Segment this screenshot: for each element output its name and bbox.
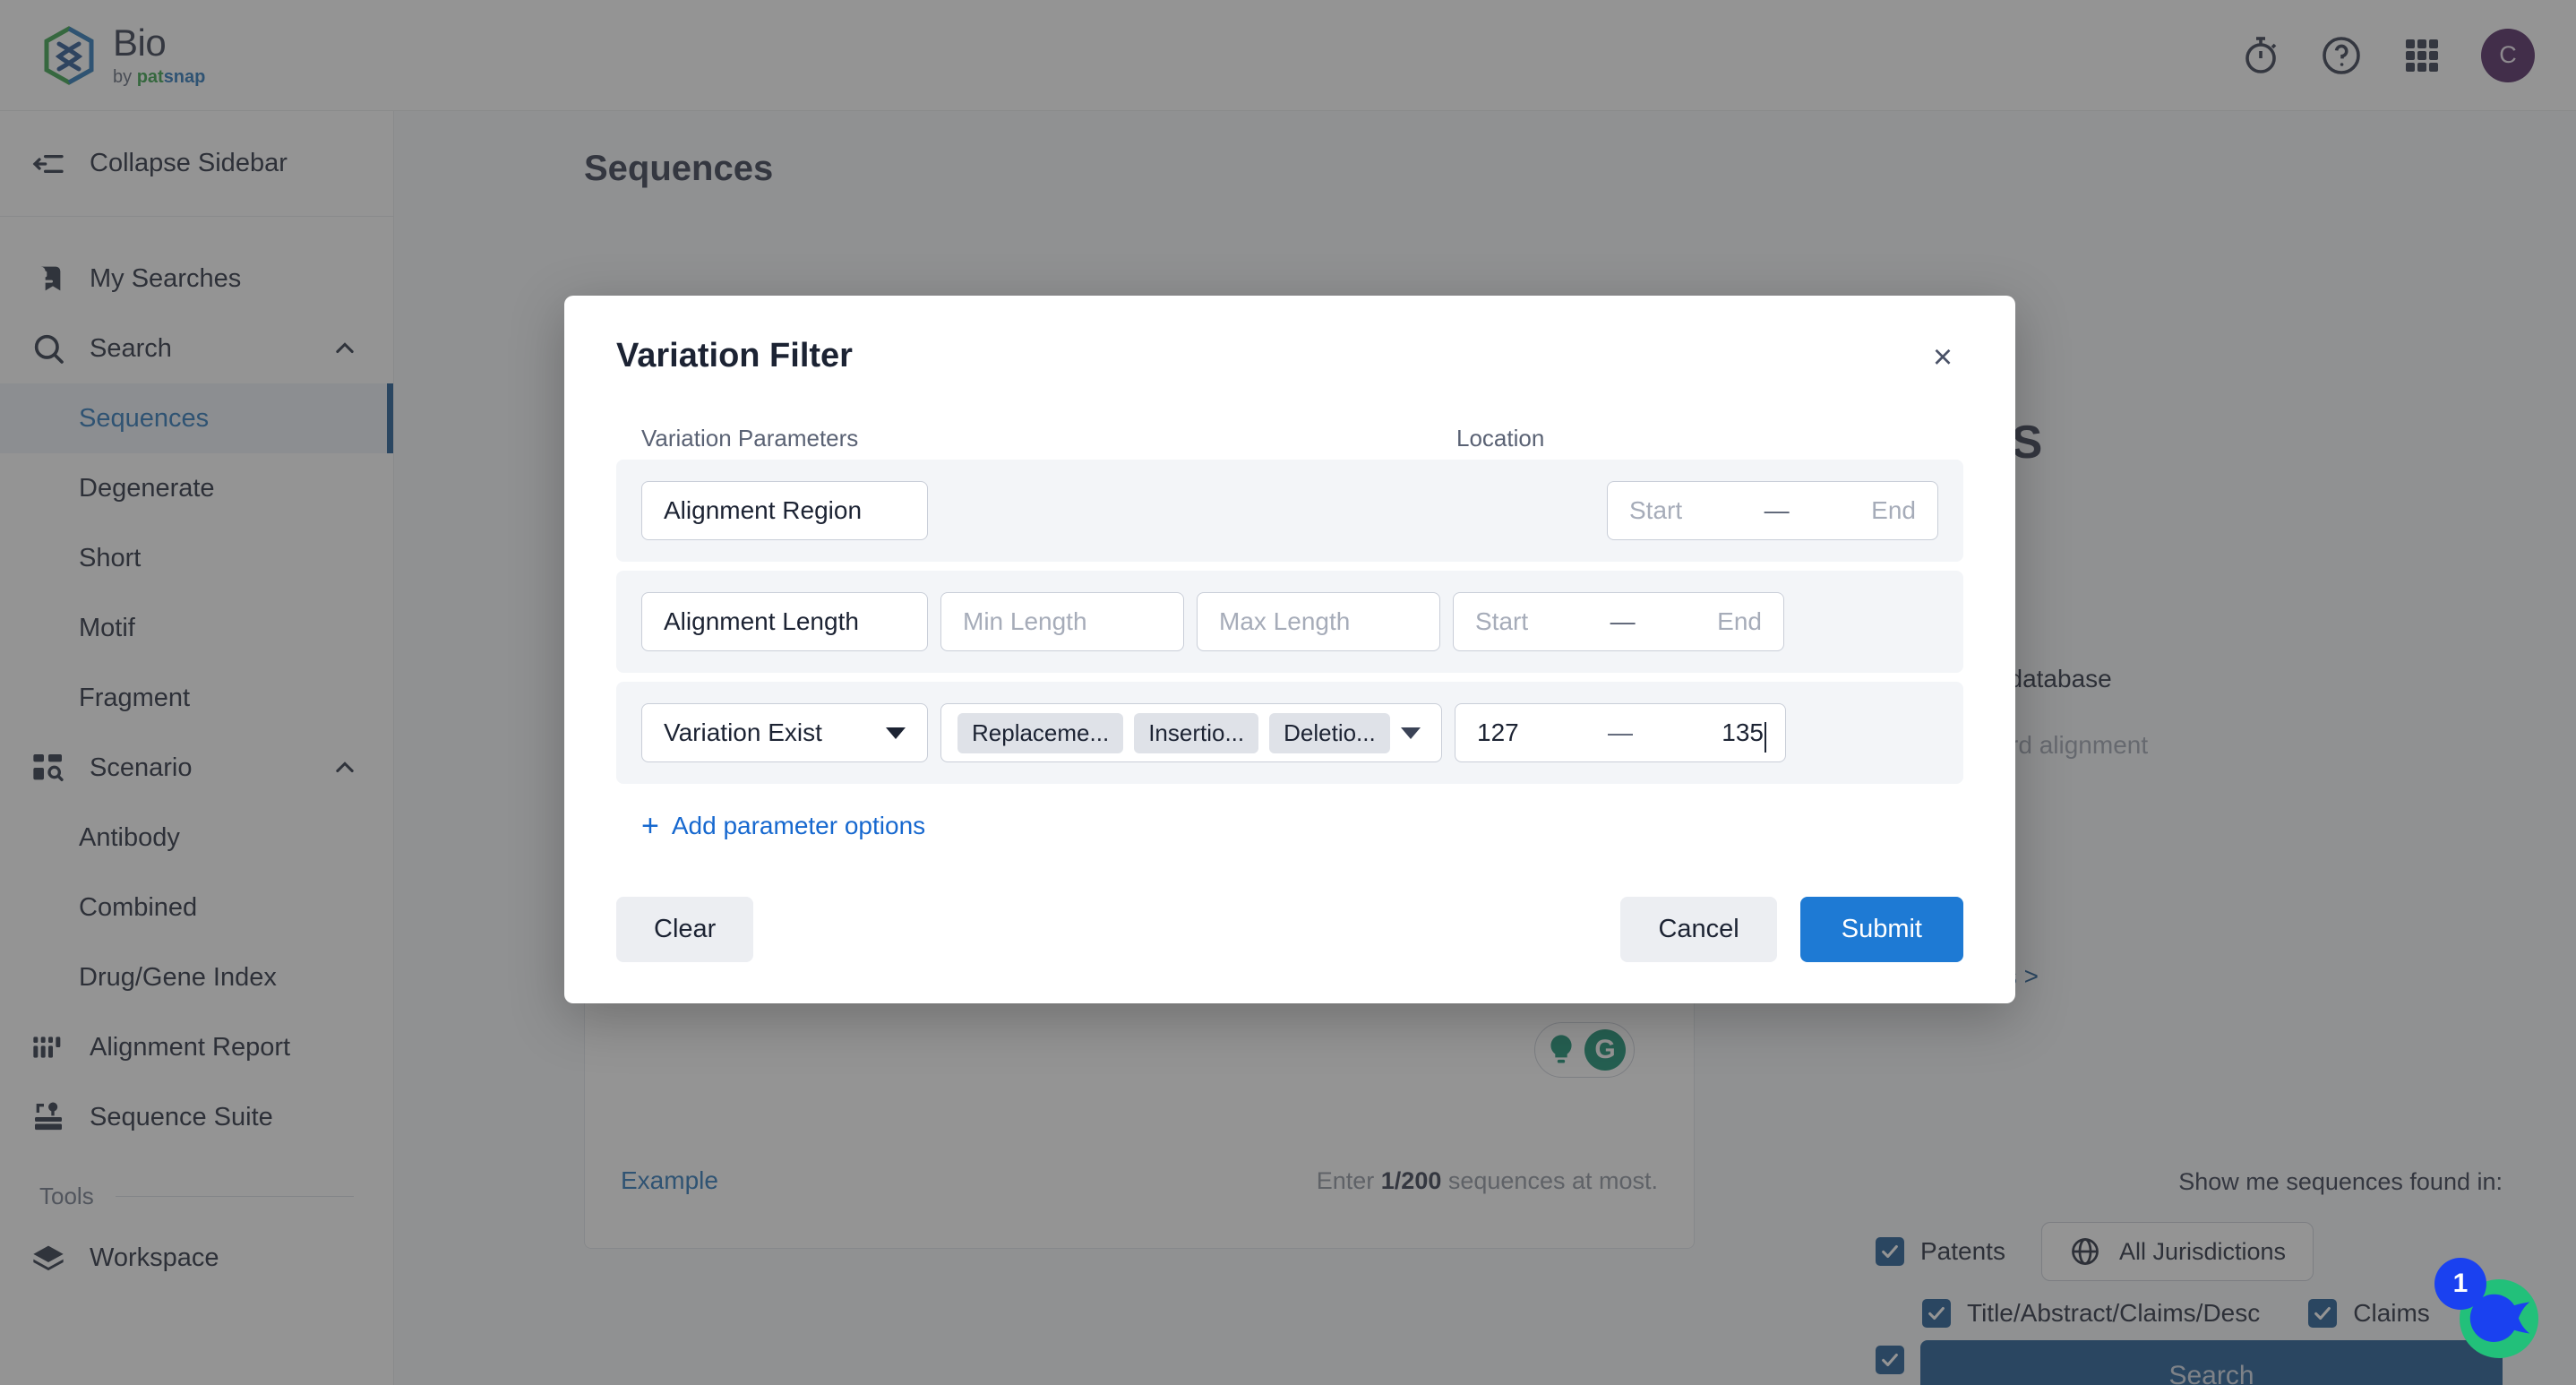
plus-icon: +	[641, 809, 659, 843]
max-length-input[interactable]: Max Length	[1197, 592, 1440, 651]
add-parameter-label: Add parameter options	[671, 812, 926, 839]
location-start-input[interactable]: Start	[1629, 496, 1682, 525]
modal-header: Variation Filter ×	[616, 337, 1963, 378]
clear-button[interactable]: Clear	[616, 897, 754, 962]
range-dash: —	[1764, 496, 1790, 524]
modal-footer: Clear Cancel Submit	[616, 897, 1963, 962]
filter-row-alignment-region: Alignment Region Start — End	[616, 460, 1963, 562]
app-root: Bio by patsnap C	[0, 0, 2576, 1385]
location-start-input[interactable]: Start	[1475, 607, 1528, 636]
cancel-button[interactable]: Cancel	[1620, 897, 1777, 962]
location-range-alignment-length[interactable]: Start — End	[1453, 592, 1784, 651]
variation-types-multiselect[interactable]: Replaceme... Insertio... Deletio...	[940, 703, 1442, 762]
param-label: Alignment Length	[664, 607, 859, 635]
column-header-location: Location	[1456, 425, 1545, 452]
param-select-alignment-length[interactable]: Alignment Length	[641, 592, 928, 651]
help-badge-count: 1	[2434, 1258, 2486, 1310]
modal-title: Variation Filter	[616, 337, 853, 374]
location-end-input[interactable]: 135	[1722, 718, 1766, 753]
filter-row-variation-exist: Variation Exist Replaceme... Insertio...…	[616, 682, 1963, 784]
location-start-input[interactable]: 127	[1477, 718, 1519, 747]
range-dash: —	[1610, 607, 1636, 635]
location-end-input[interactable]: End	[1717, 607, 1762, 636]
help-chat-fab[interactable]: 1	[2434, 1258, 2544, 1363]
filter-row-alignment-length: Alignment Length Min Length Max Length S…	[616, 571, 1963, 673]
close-icon[interactable]: ×	[1922, 337, 1963, 378]
location-range-alignment-region[interactable]: Start — End	[1607, 481, 1938, 540]
chevron-down-icon	[1400, 727, 1421, 739]
add-parameter-options-button[interactable]: + Add parameter options	[616, 811, 1963, 841]
param-label: Variation Exist	[664, 718, 822, 746]
param-select-variation-exist[interactable]: Variation Exist	[641, 703, 928, 762]
variation-filter-modal: Variation Filter × Variation Parameters …	[564, 296, 2015, 1003]
submit-button[interactable]: Submit	[1799, 897, 1963, 962]
param-label: Alignment Region	[664, 496, 863, 524]
location-range-variation-exist[interactable]: 127 — 135	[1455, 703, 1786, 762]
min-length-input[interactable]: Min Length	[940, 592, 1184, 651]
tag-chip[interactable]: Insertio...	[1134, 712, 1259, 753]
param-select-alignment-region[interactable]: Alignment Region	[641, 481, 928, 540]
chevron-down-icon	[886, 727, 906, 739]
range-dash: —	[1608, 718, 1633, 746]
location-end-input[interactable]: End	[1871, 496, 1916, 525]
tag-chip[interactable]: Replaceme...	[957, 712, 1124, 753]
tag-chip[interactable]: Deletio...	[1269, 712, 1390, 753]
modal-column-headers: Variation Parameters Location	[616, 425, 1963, 452]
column-header-parameters: Variation Parameters	[641, 425, 859, 452]
